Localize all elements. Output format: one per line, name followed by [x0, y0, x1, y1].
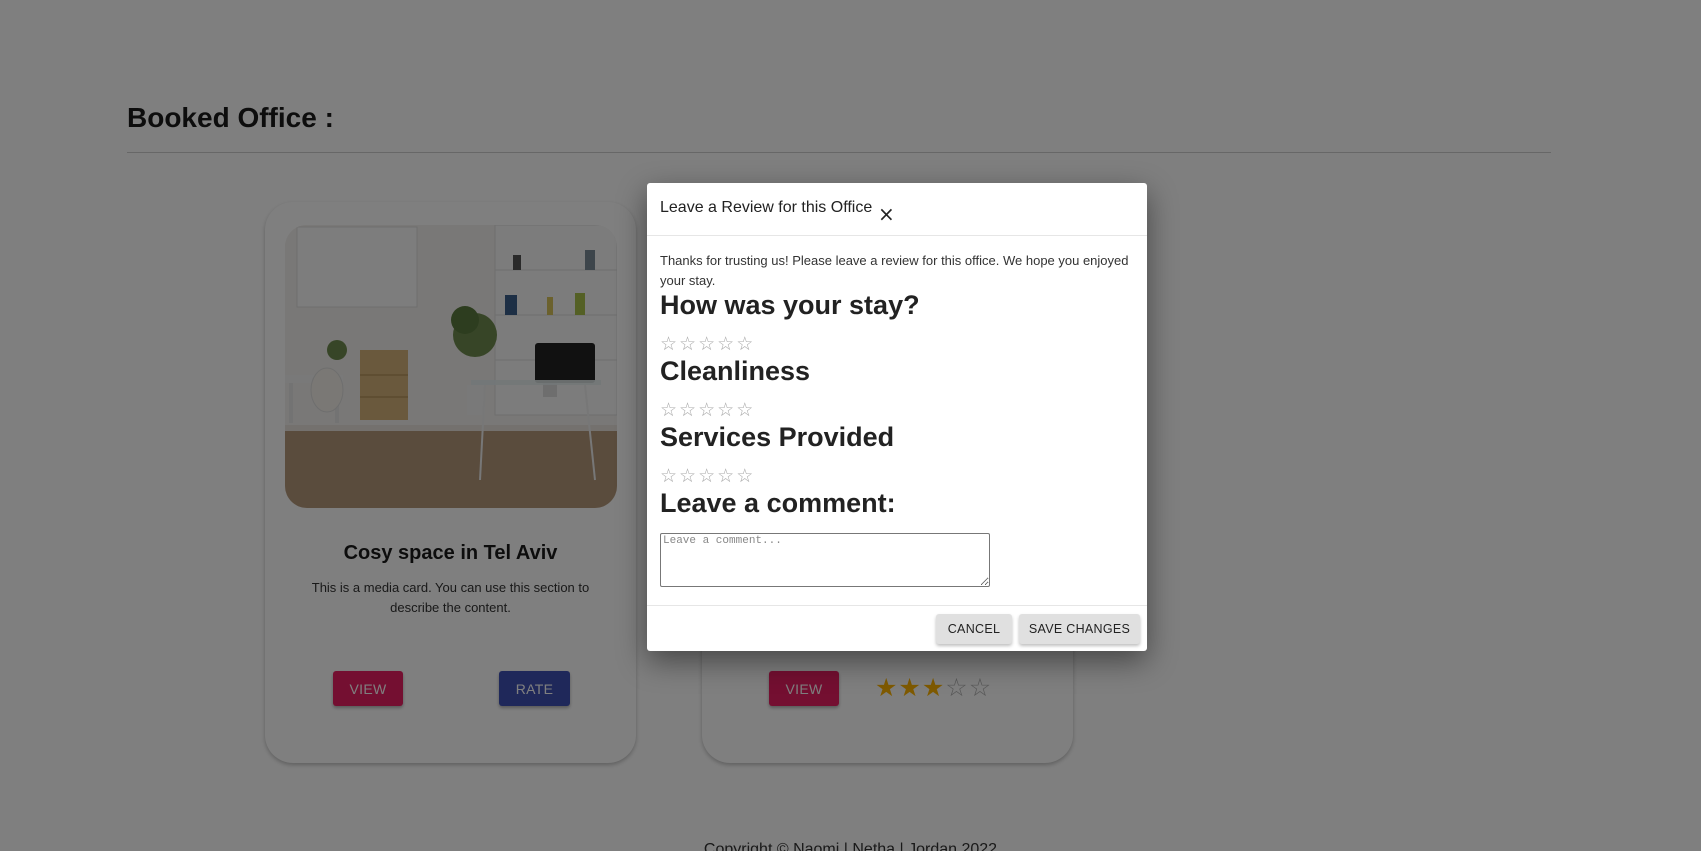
services-rating-stars[interactable]: ☆☆☆☆☆ — [660, 465, 755, 488]
star-icon[interactable]: ☆ — [736, 466, 755, 487]
comment-label: Leave a comment: — [660, 488, 896, 518]
comment-textarea[interactable] — [660, 533, 990, 587]
dialog-title: Leave a Review for this Office — [660, 199, 873, 216]
star-icon[interactable]: ☆ — [717, 400, 736, 421]
question-cleanliness-label: Cleanliness — [660, 356, 811, 386]
star-icon[interactable]: ☆ — [660, 466, 679, 487]
save-changes-button[interactable]: SAVE CHANGES — [1019, 614, 1140, 644]
cancel-button[interactable]: CANCEL — [936, 614, 1012, 644]
close-icon[interactable]: × — [878, 204, 895, 224]
review-dialog: Leave a Review for this Office × Thanks … — [647, 183, 1147, 651]
star-icon[interactable]: ☆ — [717, 334, 736, 355]
question-stay-label: How was your stay? — [660, 290, 920, 320]
question-services-label: Services Provided — [660, 422, 895, 452]
star-icon[interactable]: ☆ — [698, 466, 717, 487]
cleanliness-rating-stars[interactable]: ☆☆☆☆☆ — [660, 399, 755, 422]
star-icon[interactable]: ☆ — [736, 400, 755, 421]
dialog-intro-text: Thanks for trusting us! Please leave a r… — [660, 253, 1129, 288]
star-icon[interactable]: ☆ — [736, 334, 755, 355]
dialog-header: Leave a Review for this Office × — [647, 183, 1147, 236]
star-icon[interactable]: ☆ — [679, 400, 698, 421]
star-icon[interactable]: ☆ — [698, 400, 717, 421]
star-icon[interactable]: ☆ — [698, 334, 717, 355]
star-icon[interactable]: ☆ — [679, 466, 698, 487]
star-icon[interactable]: ☆ — [660, 334, 679, 355]
star-icon[interactable]: ☆ — [679, 334, 698, 355]
stay-rating-stars[interactable]: ☆☆☆☆☆ — [660, 333, 755, 356]
star-icon[interactable]: ☆ — [717, 466, 736, 487]
star-icon[interactable]: ☆ — [660, 400, 679, 421]
dialog-footer: CANCEL SAVE CHANGES — [647, 605, 1147, 651]
